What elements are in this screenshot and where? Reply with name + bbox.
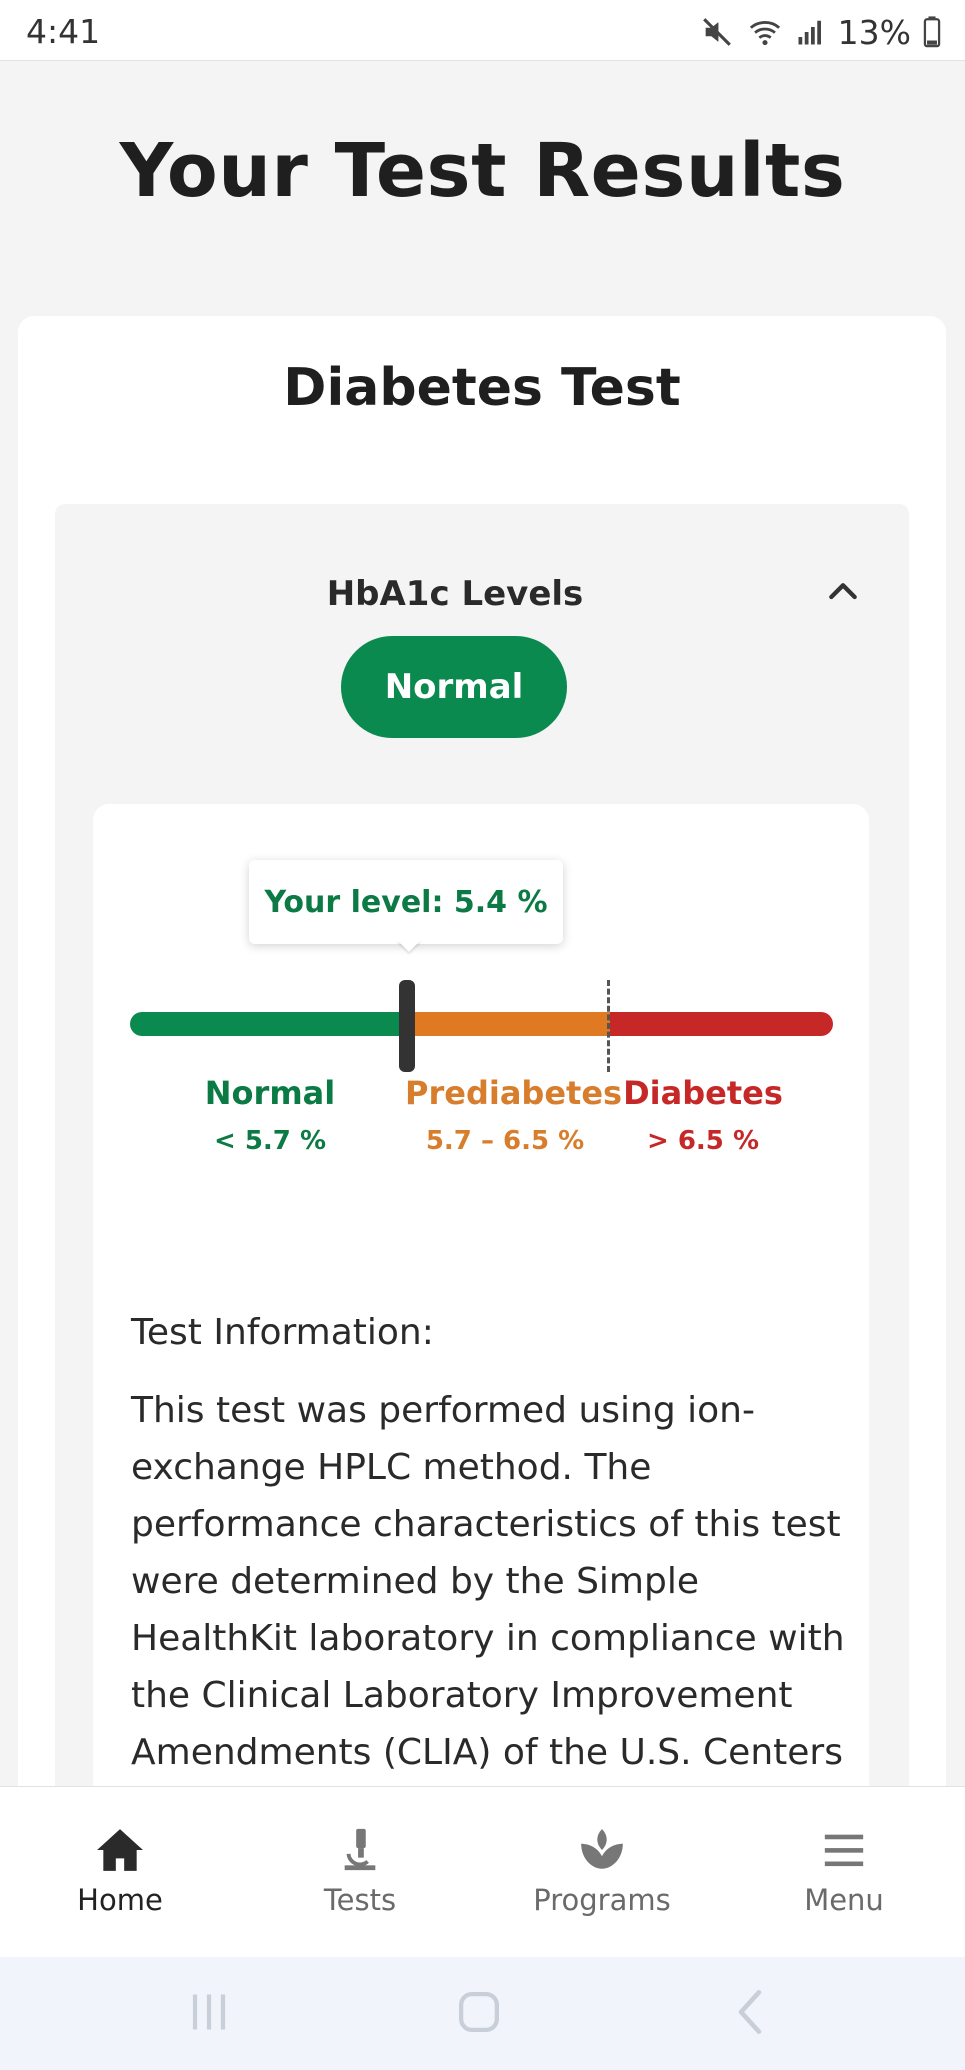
legend-diabetes-range: > 6.5 % <box>647 1126 759 1156</box>
status-time: 4:41 <box>26 12 101 51</box>
status-badge: Normal <box>341 636 567 738</box>
range-segment-normal <box>130 1012 410 1036</box>
home-icon <box>97 1829 143 1871</box>
back-icon[interactable] <box>732 1987 768 2037</box>
nav-label-programs: Programs <box>533 1883 671 1917</box>
signal-icon <box>798 20 821 45</box>
nav-item-menu[interactable]: Menu <box>744 1827 944 1917</box>
menu-icon <box>824 1834 864 1867</box>
recent-apps-icon[interactable] <box>188 1987 230 2037</box>
card-title: Diabetes Test <box>283 358 681 418</box>
system-nav-bar <box>0 1957 965 2070</box>
chevron-up-icon[interactable] <box>823 572 863 612</box>
nav-item-programs[interactable]: Programs <box>502 1827 702 1917</box>
home-button-icon[interactable] <box>456 1987 502 2037</box>
nav-label-home: Home <box>77 1883 163 1917</box>
level-marker <box>399 980 415 1072</box>
microscope-icon <box>344 1828 376 1871</box>
legend-diabetes-name: Diabetes <box>623 1074 783 1112</box>
legend-prediabetes: Prediabetes 5.7 – 6.5 % <box>405 1074 623 1156</box>
status-bar: 4:41 13% <box>0 0 965 61</box>
status-icons: 13% <box>700 12 941 52</box>
legend-normal-range: < 5.7 % <box>214 1126 326 1156</box>
range-segment-prediabetes <box>410 1012 610 1036</box>
legend-normal-name: Normal <box>204 1074 336 1112</box>
battery-icon <box>923 16 941 48</box>
nav-item-tests[interactable]: Tests <box>260 1827 460 1917</box>
legend-prediabetes-range: 5.7 – 6.5 % <box>425 1126 585 1156</box>
threshold-line <box>607 980 610 1072</box>
legend-prediabetes-name: Prediabetes <box>405 1074 623 1112</box>
nav-label-tests: Tests <box>323 1883 397 1917</box>
bottom-nav: Home Tests Programs Menu <box>0 1786 965 1957</box>
leaf-icon <box>581 1829 623 1869</box>
test-card: Diabetes Test HbA1c Levels Normal Your l… <box>18 316 946 2004</box>
tooltip-arrow <box>397 940 421 952</box>
nav-label-menu: Menu <box>804 1883 884 1917</box>
range-segment-diabetes <box>610 1012 833 1036</box>
wifi-icon <box>749 21 780 46</box>
range-bar <box>130 1012 833 1036</box>
info-text: This test was performed using ion-exchan… <box>131 1390 845 1773</box>
page-title: Your Test Results <box>119 128 846 214</box>
battery-percent: 13% <box>837 12 911 52</box>
hba1c-accordion: HbA1c Levels Normal Your level: 5.4 % No… <box>55 504 909 2004</box>
info-label: Test Information: <box>131 1312 434 1353</box>
nav-item-home[interactable]: Home <box>20 1827 220 1917</box>
accordion-title[interactable]: HbA1c Levels <box>55 574 855 614</box>
legend-normal: Normal < 5.7 % <box>195 1074 345 1156</box>
level-tooltip: Your level: 5.4 % <box>249 860 563 944</box>
mute-icon <box>702 18 731 46</box>
legend-diabetes: Diabetes > 6.5 % <box>623 1074 783 1156</box>
